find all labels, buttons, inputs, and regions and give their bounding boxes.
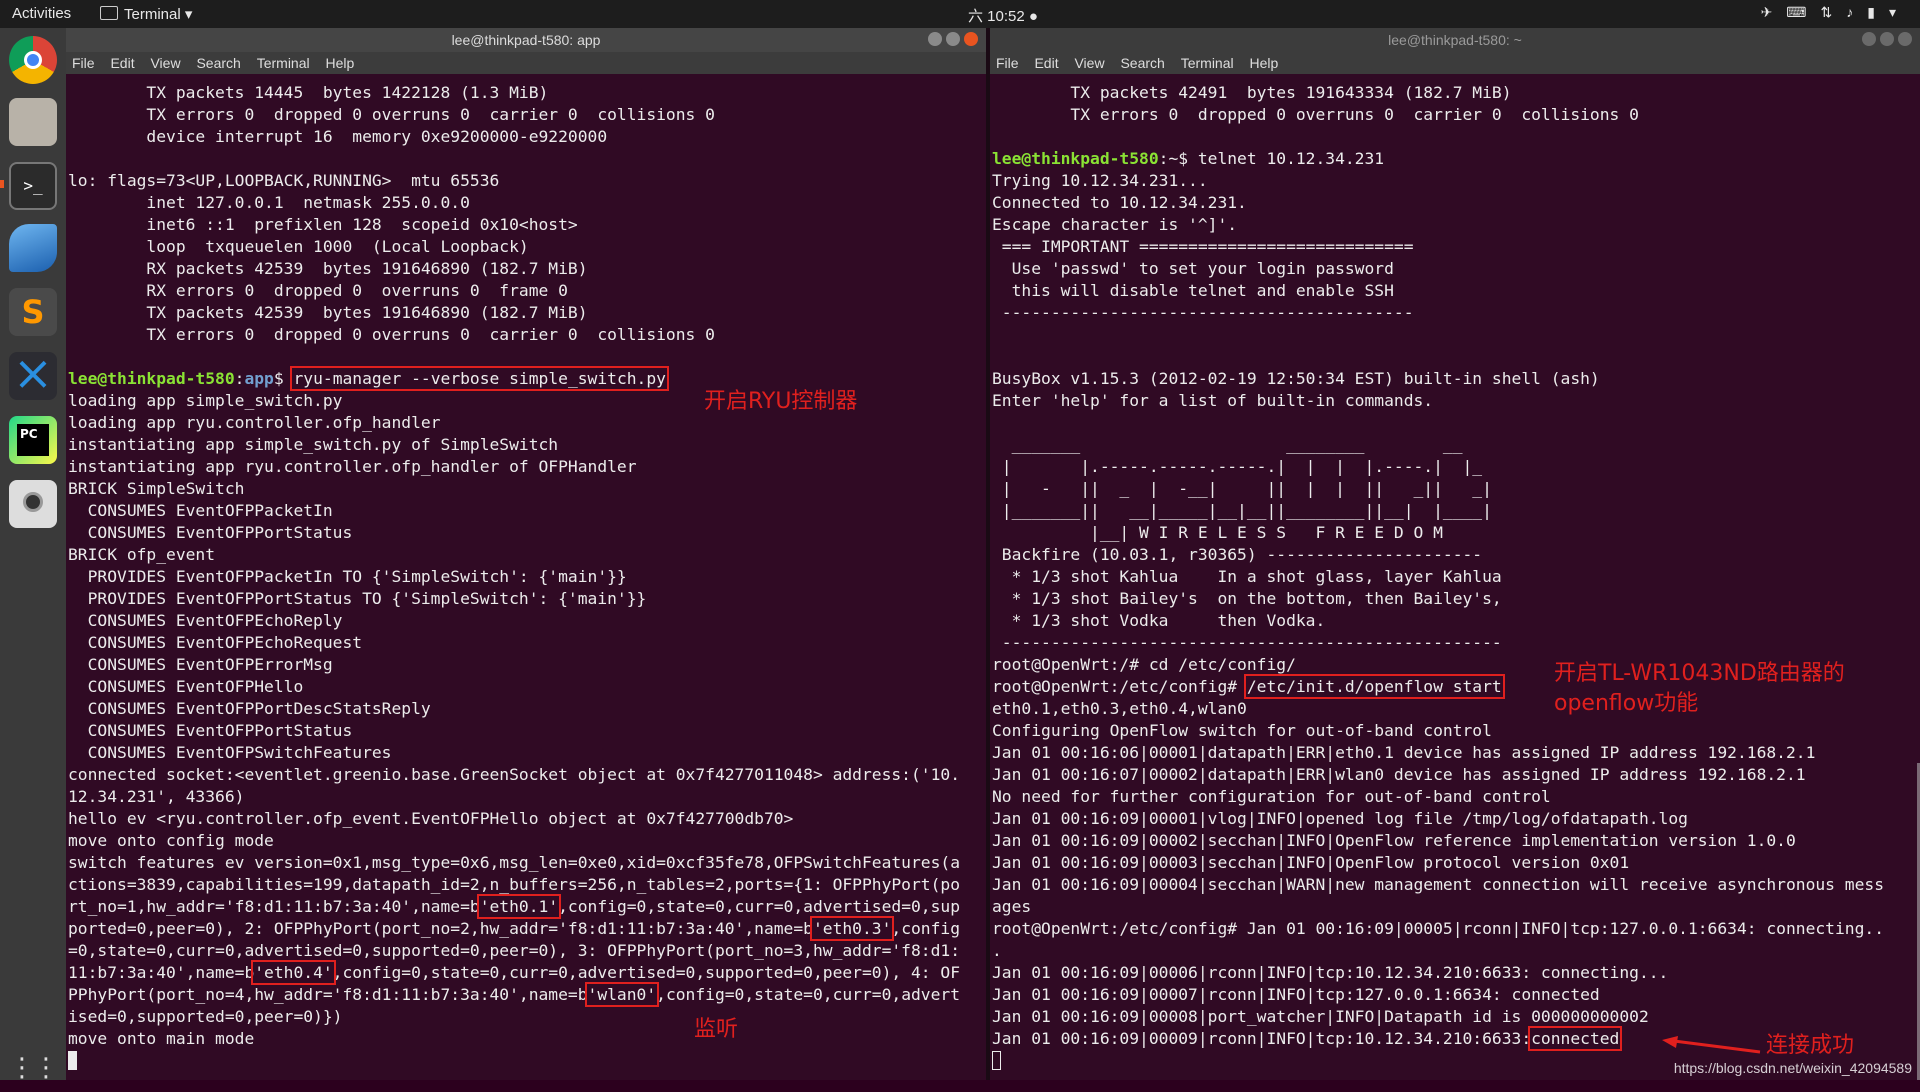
app-menu[interactable]: Terminal ▾ — [100, 5, 192, 23]
clock[interactable]: 六 10:52 ● — [968, 5, 1038, 26]
menu-edit[interactable]: Edit — [110, 55, 134, 71]
battery-icon[interactable]: ▮ — [1867, 4, 1889, 20]
keyboard-icon[interactable]: ⌨ — [1786, 4, 1820, 20]
window-title: lee@thinkpad-t580: ~ — [1388, 32, 1522, 48]
camera-icon[interactable] — [9, 480, 57, 528]
port-name-wlan0: 'wlan0' — [584, 982, 660, 1007]
close-icon[interactable] — [1898, 32, 1912, 46]
text-cursor — [68, 1051, 77, 1070]
terminal-output[interactable]: TX packets 42491 bytes 191643334 (182.7 … — [992, 82, 1884, 1072]
port-name-eth0.1: 'eth0.1' — [476, 894, 562, 919]
vscode-icon[interactable]: ⨉ — [9, 352, 57, 400]
connected-status: connected — [1528, 1026, 1623, 1051]
arrow-icon — [1662, 1036, 1761, 1054]
root-prompt: root@OpenWrt:/etc/config# — [992, 677, 1247, 696]
menu-terminal[interactable]: Terminal — [1181, 55, 1234, 71]
terminal-window-left[interactable]: lee@thinkpad-t580: app File Edit View Se… — [66, 28, 986, 1080]
network-icon[interactable]: ⇅ — [1821, 4, 1847, 20]
menu-terminal[interactable]: Terminal — [257, 55, 310, 71]
window-title: lee@thinkpad-t580: app — [451, 32, 601, 48]
menu-view[interactable]: View — [1074, 55, 1104, 71]
terminal-window-right[interactable]: lee@thinkpad-t580: ~ File Edit View Sear… — [990, 28, 1920, 1080]
annotation-start-ryu: 开启RYU控制器 — [704, 389, 858, 414]
minimize-icon[interactable] — [1862, 32, 1876, 46]
output-block: TX packets 14445 bytes 1422128 (1.3 MiB)… — [68, 83, 715, 344]
top-bar: Activities Terminal ▾ 六 10:52 ● ✈⌨⇅♪▮▾ — [0, 0, 1920, 28]
menu-file[interactable]: File — [996, 55, 1019, 71]
port-name-eth0.4: 'eth0.4' — [251, 960, 336, 985]
annotation-openflow-2: openflow功能 — [1554, 691, 1699, 716]
chrome-icon[interactable] — [9, 36, 57, 84]
window-titlebar[interactable]: lee@thinkpad-t580: app — [66, 28, 986, 52]
port-name-eth0.3: 'eth0.3' — [809, 916, 895, 941]
active-indicator — [0, 180, 4, 188]
sublime-icon[interactable]: S — [9, 288, 57, 336]
terminal-icon[interactable]: >_ — [9, 162, 57, 210]
maximize-icon[interactable] — [1880, 32, 1894, 46]
port-line: 11:b7:3a:40',name=b'eth0.4',config=0,sta… — [68, 960, 961, 985]
power-menu-icon[interactable]: ▾ — [1889, 4, 1910, 20]
text-cursor — [992, 1051, 1001, 1070]
last-line-prefix: Jan 01 00:16:09|00009|rconn|INFO|tcp:10.… — [992, 1029, 1532, 1048]
minimize-icon[interactable] — [928, 32, 942, 46]
port-line: =0,state=0,curr=0,advertised=0,supported… — [68, 941, 960, 960]
output-block: loading app simple_switch.py loading app… — [68, 391, 960, 894]
output-block: ised=0,supported=0,peer=0)}) move onto m… — [68, 1007, 343, 1048]
port-line: ported=0,peer=0), 2: OFPPhyPort(port_no=… — [68, 916, 961, 941]
window-titlebar[interactable]: lee@thinkpad-t580: ~ — [990, 28, 1920, 52]
menu-file[interactable]: File — [72, 55, 95, 71]
annotation-listen: 监听 — [694, 1017, 739, 1042]
prompt-sep: : — [234, 369, 245, 388]
prompt-user: lee@thinkpad-t580 — [992, 149, 1159, 168]
output-block: TX packets 42491 bytes 191643334 (182.7 … — [1070, 83, 1639, 124]
prompt-user: lee@thinkpad-t580 — [68, 369, 235, 388]
watermark: https://blog.csdn.net/weixin_42094589 — [1673, 1060, 1912, 1076]
openflow-command: /etc/init.d/openflow start — [1243, 674, 1505, 699]
menu-search[interactable]: Search — [1120, 55, 1164, 71]
menu-help[interactable]: Help — [1250, 55, 1279, 71]
annotation-openflow-1: 开启TL-WR1043ND路由器的 — [1554, 661, 1845, 686]
ryu-command: ryu-manager --verbose simple_switch.py — [290, 366, 669, 391]
terminal-output[interactable]: TX packets 14445 bytes 1422128 (1.3 MiB)… — [68, 82, 960, 1072]
menu-edit[interactable]: Edit — [1034, 55, 1058, 71]
volume-icon[interactable]: ♪ — [1846, 4, 1867, 20]
port-line: rt_no=1,hw_addr='f8:d1:11:b7:3a:40',name… — [68, 894, 961, 919]
menu-help[interactable]: Help — [326, 55, 355, 71]
menu-view[interactable]: View — [150, 55, 180, 71]
files-icon[interactable] — [9, 98, 57, 146]
menu-search[interactable]: Search — [196, 55, 240, 71]
system-tray[interactable]: ✈⌨⇅♪▮▾ — [1761, 4, 1910, 21]
app-grid-icon[interactable]: ⋮⋮⋮ — [9, 1044, 83, 1092]
telegram-icon[interactable]: ✈ — [1761, 4, 1787, 20]
menu-bar: File Edit View Search Terminal Help — [66, 52, 986, 74]
prompt-end: $ — [273, 369, 294, 388]
menu-bar: File Edit View Search Terminal Help — [990, 52, 1920, 74]
wireshark-icon[interactable] — [9, 224, 57, 272]
prompt-path: app — [244, 369, 274, 388]
close-icon[interactable] — [964, 32, 978, 46]
port-line: PPhyPort(port_no=4,hw_addr='f8:d1:11:b7:… — [68, 982, 961, 1007]
pycharm-icon[interactable]: PC — [9, 416, 57, 464]
app-menu-label: Terminal ▾ — [124, 6, 193, 23]
terminal-icon — [100, 6, 118, 20]
telnet-command: :~$ telnet 10.12.34.231 — [1158, 149, 1385, 168]
maximize-icon[interactable] — [946, 32, 960, 46]
dock: >_ S ⨉ PC ⋮⋮⋮ — [0, 28, 83, 1083]
output-block: eth0.1,eth0.3,eth0.4,wlan0 Configuring O… — [992, 699, 1884, 1026]
activities-button[interactable]: Activities — [12, 5, 71, 22]
output-block: Trying 10.12.34.231... Connected to 10.1… — [992, 171, 1600, 674]
annotation-connected-ok: 连接成功 — [1766, 1033, 1855, 1058]
